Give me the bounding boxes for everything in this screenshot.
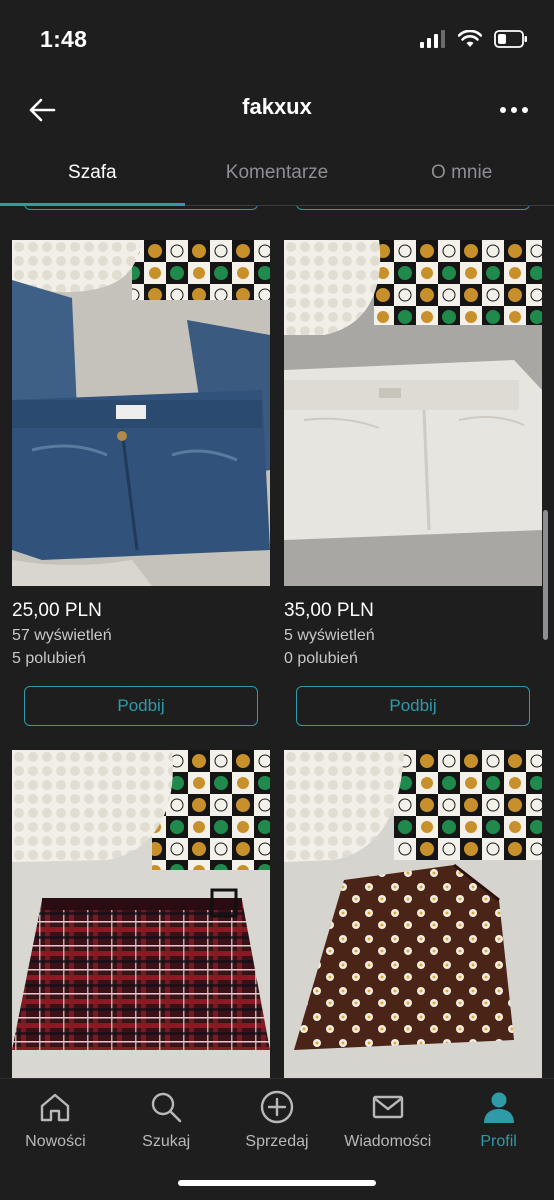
tab-komentarze[interactable]: Komentarze [185, 148, 370, 205]
wifi-icon [458, 30, 482, 47]
item-views: 57 wyświetleń [12, 627, 112, 644]
item-photo-plaid-skirt[interactable] [12, 750, 270, 1078]
tab-szafa[interactable]: Szafa [0, 148, 185, 206]
bottom-nav-label: Profil [480, 1133, 517, 1150]
item-likes: 5 polubień [12, 650, 86, 667]
item-photo-white-jeans[interactable] [284, 240, 542, 586]
item-card[interactable] [12, 750, 270, 1078]
home-indicator [178, 1180, 376, 1186]
plus-circle-icon [260, 1090, 294, 1124]
boost-button[interactable]: Podbij [296, 686, 530, 726]
boost-button-partial[interactable] [296, 206, 530, 210]
floral-skirt-image [284, 750, 542, 1078]
status-bar: 1:48 [0, 0, 554, 80]
bottom-nav-label: Nowości [25, 1133, 86, 1150]
battery-icon [494, 30, 527, 48]
page-title: fakxux [242, 94, 312, 119]
search-icon [151, 1092, 182, 1123]
cellular-signal-icon [420, 30, 445, 48]
more-dots-icon [500, 107, 506, 113]
scroll-indicator[interactable] [543, 510, 548, 640]
item-likes: 0 polubień [284, 650, 358, 667]
profile-tabs: Szafa Komentarze O mnie [0, 148, 554, 206]
tab-o-mnie[interactable]: O mnie [369, 148, 554, 205]
item-price: 25,00 PLN [12, 600, 102, 621]
home-icon [41, 1093, 70, 1122]
bottom-nav-profil[interactable]: Profil [443, 1079, 554, 1200]
item-card[interactable]: 35,00 PLN 5 wyświetleń 0 polubień Podbij [284, 240, 542, 726]
blue-jeans-image [12, 240, 270, 586]
mail-icon [372, 1095, 403, 1119]
white-jeans-image [284, 240, 542, 586]
item-card[interactable] [284, 750, 542, 1078]
boost-button[interactable]: Podbij [24, 686, 258, 726]
plaid-skirt-image [12, 750, 270, 1078]
more-options-button[interactable] [494, 90, 534, 130]
item-views: 5 wyświetleń [284, 627, 375, 644]
bottom-nav-label: Wiadomości [344, 1133, 432, 1150]
person-icon [483, 1092, 514, 1123]
bottom-nav-label: Sprzedaj [245, 1133, 309, 1150]
wardrobe-grid[interactable]: 25,00 PLN 57 wyświetleń 5 polubień Podbi… [0, 206, 554, 1078]
item-price: 35,00 PLN [284, 600, 374, 621]
boost-button-partial[interactable] [24, 206, 258, 210]
item-photo-floral-skirt[interactable] [284, 750, 542, 1078]
item-photo-blue-jeans[interactable] [12, 240, 270, 586]
bottom-nav-label: Szukaj [142, 1133, 191, 1150]
status-time: 1:48 [40, 26, 88, 52]
item-card[interactable]: 25,00 PLN 57 wyświetleń 5 polubień Podbi… [12, 240, 270, 726]
bottom-nav-nowosci[interactable]: Nowości [0, 1079, 111, 1200]
status-icons [420, 30, 528, 48]
navigation-bar: fakxux [0, 80, 554, 140]
